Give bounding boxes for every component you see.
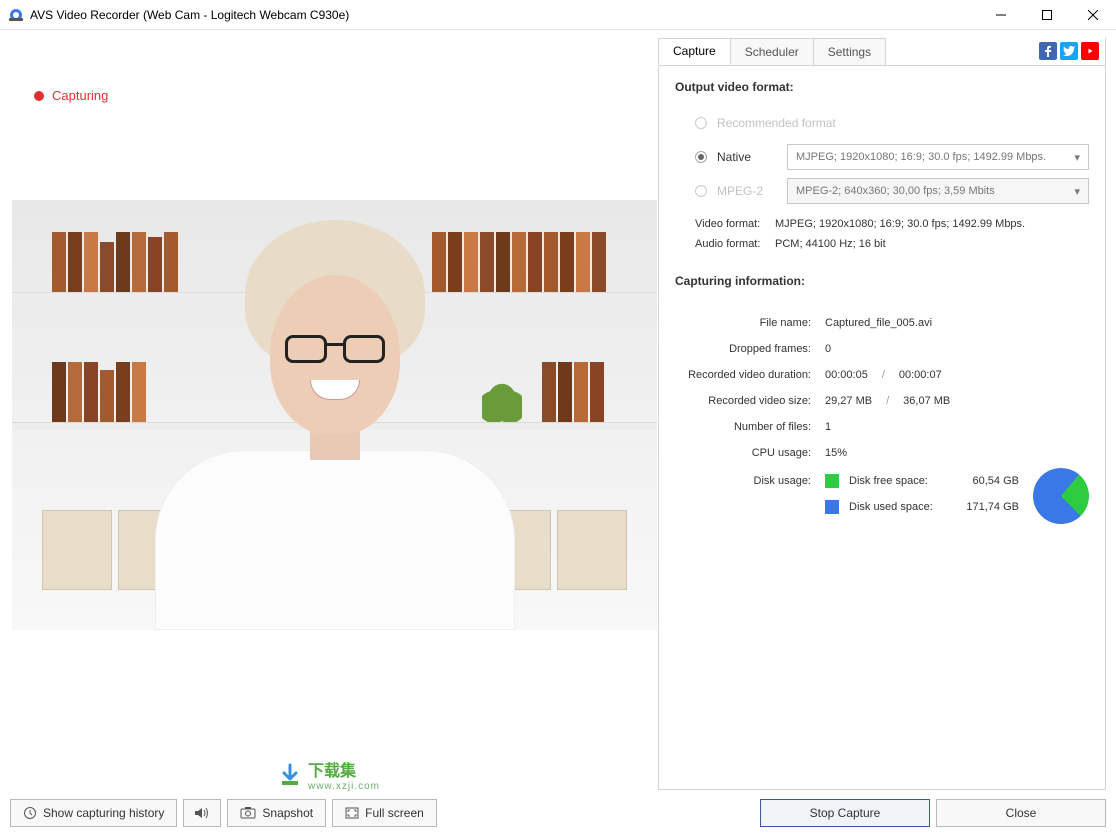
dropped-frames-label: Dropped frames:	[675, 343, 825, 355]
watermark-url: www.xzji.com	[308, 781, 380, 792]
video-preview-panel: Capturing	[0, 30, 658, 798]
swatch-used-icon	[825, 500, 839, 514]
cpu-label: CPU usage:	[675, 447, 825, 459]
minimize-button[interactable]	[978, 0, 1024, 30]
capture-status-row: Capturing	[34, 88, 108, 103]
snapshot-label: Snapshot	[262, 806, 313, 820]
separator: /	[876, 369, 891, 381]
app-icon	[8, 7, 24, 23]
radio-native-label: Native	[717, 150, 777, 164]
tab-scheduler[interactable]: Scheduler	[730, 38, 814, 65]
tab-settings[interactable]: Settings	[813, 38, 886, 65]
video-format-label: Video format:	[695, 218, 775, 230]
watermark: 下载集 www.xzji.com	[278, 757, 380, 792]
radio-mpeg2[interactable]: MPEG-2 MPEG-2; 640x360; 30,00 fps; 3,59 …	[675, 174, 1089, 208]
radio-native[interactable]: Native MJPEG; 1920x1080; 16:9; 30.0 fps;…	[675, 140, 1089, 174]
radio-icon	[695, 151, 707, 163]
size-label: Recorded video size:	[675, 395, 825, 407]
facebook-icon[interactable]	[1039, 42, 1057, 60]
control-panel: Capture Scheduler Settings Output video …	[658, 38, 1106, 790]
cpu-value: 15%	[825, 447, 847, 459]
num-files-value: 1	[825, 421, 831, 433]
audio-format-label: Audio format:	[695, 238, 775, 250]
duration-label: Recorded video duration:	[675, 369, 825, 381]
disk-pie-chart	[1022, 457, 1101, 536]
video-preview	[12, 200, 657, 630]
maximize-button[interactable]	[1024, 0, 1070, 30]
capture-status-text: Capturing	[52, 88, 108, 103]
swatch-free-icon	[825, 474, 839, 488]
tab-capture[interactable]: Capture	[658, 38, 731, 65]
fullscreen-icon	[345, 807, 359, 819]
close-button[interactable]	[1070, 0, 1116, 30]
youtube-icon[interactable]	[1081, 42, 1099, 60]
volume-button[interactable]	[183, 799, 221, 827]
capturing-info-heading: Capturing information:	[675, 274, 1089, 288]
titlebar: AVS Video Recorder (Web Cam - Logitech W…	[0, 0, 1116, 30]
dropped-frames-value: 0	[825, 343, 831, 355]
native-combo-value: MJPEG; 1920x1080; 16:9; 30.0 fps; 1492.9…	[796, 151, 1046, 163]
snapshot-button[interactable]: Snapshot	[227, 799, 326, 827]
mpeg2-combo-value: MPEG-2; 640x360; 30,00 fps; 3,59 Mbits	[796, 185, 995, 197]
disk-used-value: 171,74 GB	[959, 501, 1019, 513]
show-history-button[interactable]: Show capturing history	[10, 799, 177, 827]
num-files-label: Number of files:	[675, 421, 825, 433]
twitter-icon[interactable]	[1060, 42, 1078, 60]
fullscreen-button[interactable]: Full screen	[332, 799, 437, 827]
size-a: 29,27 MB	[825, 395, 872, 407]
chevron-down-icon: ▾	[1074, 185, 1080, 198]
speaker-icon	[194, 806, 210, 820]
record-indicator-icon	[34, 91, 44, 101]
video-format-value: MJPEG; 1920x1080; 16:9; 30.0 fps; 1492.9…	[775, 218, 1025, 230]
close-app-button[interactable]: Close	[936, 799, 1106, 827]
output-format-heading: Output video format:	[675, 80, 1089, 94]
show-history-label: Show capturing history	[43, 806, 164, 820]
fullscreen-label: Full screen	[365, 806, 424, 820]
window-title: AVS Video Recorder (Web Cam - Logitech W…	[30, 8, 978, 22]
duration-b: 00:00:07	[899, 369, 942, 381]
social-links	[1039, 42, 1099, 60]
chevron-down-icon: ▾	[1074, 151, 1080, 164]
radio-icon	[695, 117, 707, 129]
mpeg2-format-dropdown[interactable]: MPEG-2; 640x360; 30,00 fps; 3,59 Mbits ▾	[787, 178, 1089, 204]
window-controls	[978, 0, 1116, 29]
disk-free-label: Disk free space:	[849, 475, 949, 487]
disk-usage-label: Disk usage:	[675, 468, 825, 524]
native-format-dropdown[interactable]: MJPEG; 1920x1080; 16:9; 30.0 fps; 1492.9…	[787, 144, 1089, 170]
bottom-toolbar: Show capturing history Snapshot Full scr…	[0, 798, 1116, 836]
watermark-text: 下载集	[308, 763, 356, 780]
duration-a: 00:00:05	[825, 369, 868, 381]
stop-capture-label: Stop Capture	[810, 806, 881, 820]
radio-icon	[695, 185, 707, 197]
disk-free-value: 60,54 GB	[959, 475, 1019, 487]
close-app-label: Close	[1006, 806, 1037, 820]
stop-capture-button[interactable]: Stop Capture	[760, 799, 930, 827]
audio-format-value: PCM; 44100 Hz; 16 bit	[775, 238, 886, 250]
download-arrow-icon	[278, 763, 302, 787]
size-b: 36,07 MB	[903, 395, 950, 407]
radio-recommended[interactable]: Recommended format	[675, 106, 1089, 140]
disk-used-label: Disk used space:	[849, 501, 949, 513]
file-name-value: Captured_file_005.avi	[825, 317, 932, 329]
separator: /	[880, 395, 895, 407]
radio-mpeg2-label: MPEG-2	[717, 184, 777, 198]
file-name-label: File name:	[675, 317, 825, 329]
camera-icon	[240, 807, 256, 819]
history-icon	[23, 806, 37, 820]
radio-recommended-label: Recommended format	[717, 116, 836, 130]
